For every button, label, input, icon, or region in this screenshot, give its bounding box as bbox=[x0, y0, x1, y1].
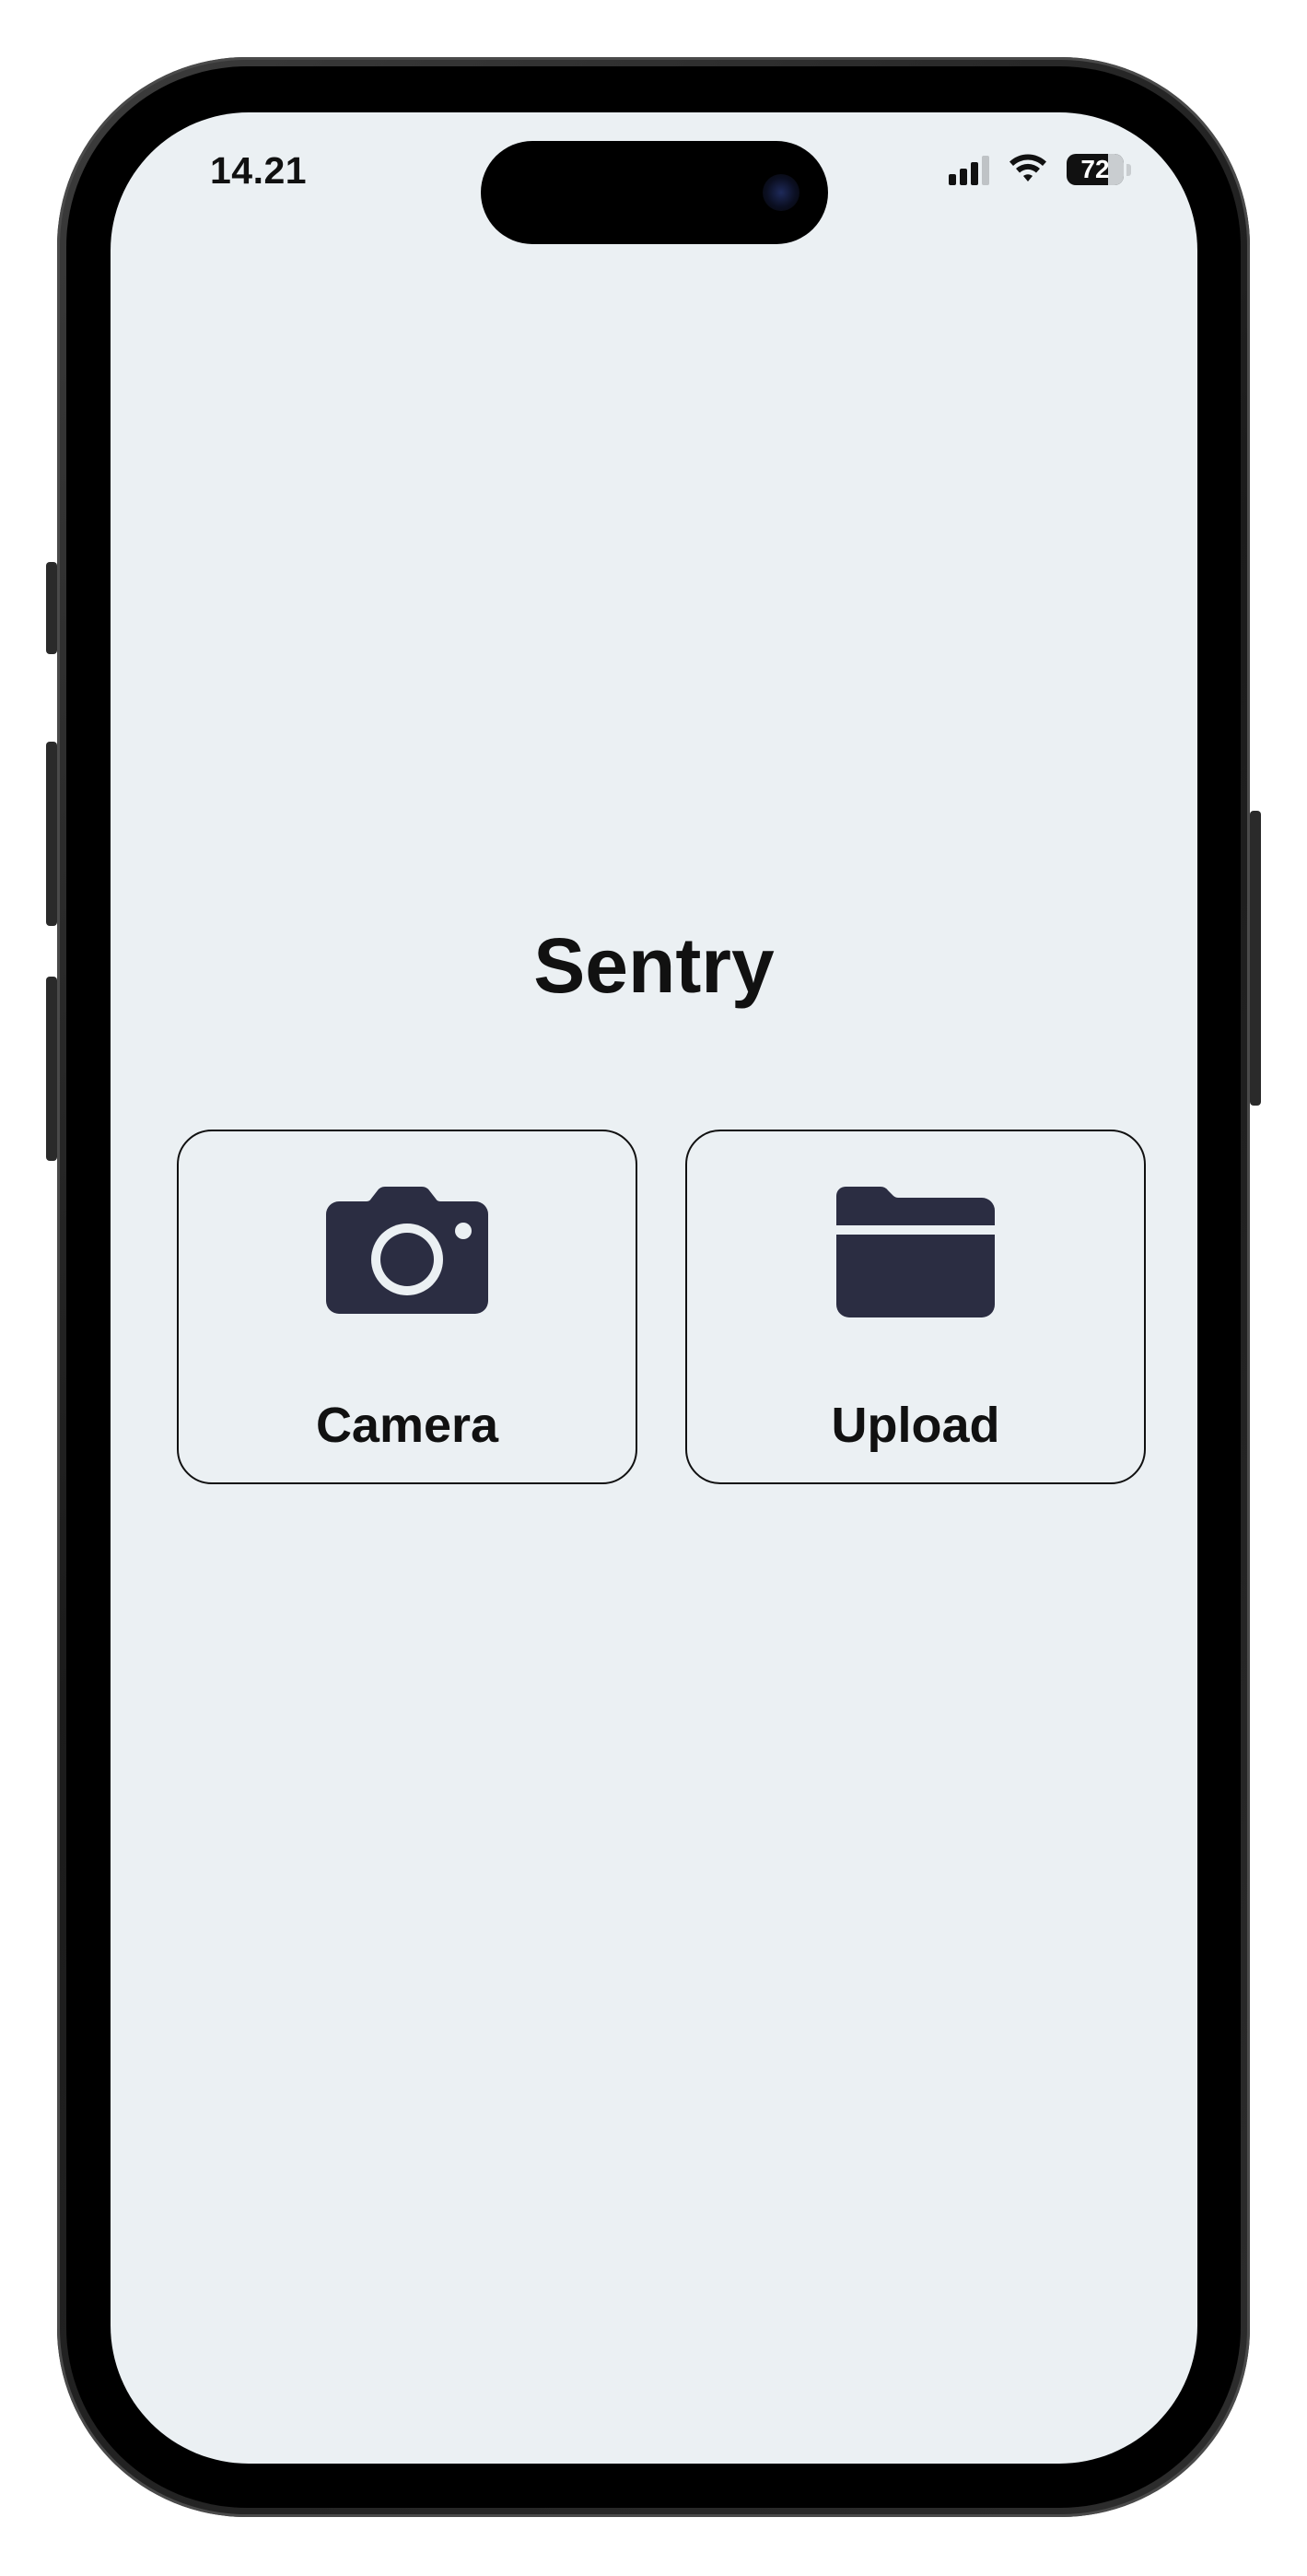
battery-percent: 72 bbox=[1080, 155, 1110, 183]
status-indicators: 72 bbox=[949, 149, 1131, 190]
power-button bbox=[1250, 811, 1261, 1106]
upload-button[interactable]: Upload bbox=[685, 1130, 1146, 1484]
wifi-icon bbox=[1009, 154, 1046, 181]
page: 14.21 72 Sentry Camera Upload bbox=[0, 0, 1307, 2576]
camera-icon bbox=[326, 1187, 488, 1314]
upload-button-label: Upload bbox=[831, 1398, 1000, 1453]
app-title: Sentry bbox=[533, 922, 775, 1009]
cellular-signal-icon bbox=[949, 154, 989, 185]
status-time: 14.21 bbox=[210, 149, 308, 192]
battery-icon: 72 bbox=[1067, 154, 1124, 185]
folder-icon bbox=[836, 1187, 995, 1317]
volume-down-button bbox=[46, 977, 57, 1161]
dynamic-island bbox=[481, 141, 828, 244]
battery-empty-portion bbox=[1108, 154, 1124, 185]
screen: 14.21 72 Sentry Camera Upload bbox=[111, 112, 1197, 2464]
battery-indicator: 72 bbox=[1067, 154, 1131, 185]
volume-up-button bbox=[46, 742, 57, 926]
camera-button-label: Camera bbox=[315, 1398, 499, 1453]
camera-button[interactable]: Camera bbox=[177, 1130, 637, 1484]
action-button bbox=[46, 562, 57, 654]
front-camera bbox=[763, 174, 799, 211]
battery-tip bbox=[1126, 163, 1131, 176]
